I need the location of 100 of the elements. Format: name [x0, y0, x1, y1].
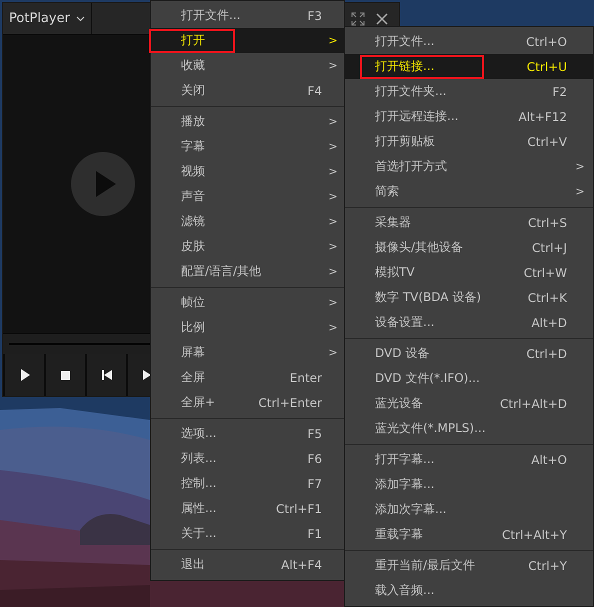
shortcut-text: Ctrl+F1	[276, 502, 322, 516]
shortcut-text: Ctrl+J	[532, 240, 567, 254]
previous-icon	[102, 370, 112, 380]
menu-item[interactable]: 打开剪贴板 Ctrl+V	[345, 129, 593, 154]
menu-item[interactable]: 重载字幕 Ctrl+Alt+Y	[345, 522, 593, 547]
submenu-arrow: >	[574, 185, 586, 198]
menu-item[interactable]: 视频 >	[151, 159, 344, 184]
submenu-arrow: >	[327, 115, 339, 128]
shortcut-text: Ctrl+V	[527, 134, 567, 148]
menu-label: 声音	[181, 188, 206, 205]
menu-label: 打开链接...	[375, 58, 436, 75]
menu-item[interactable]: 摄像头/其他设备 Ctrl+J	[345, 235, 593, 260]
fullscreen-icon[interactable]	[351, 12, 365, 26]
shortcut-text: Ctrl+K	[528, 290, 567, 304]
menu-item[interactable]: 滤镜 >	[151, 209, 344, 234]
menu-item[interactable]: 蓝光文件(*.MPLS)...	[345, 416, 593, 441]
shortcut-text: Ctrl+S	[528, 216, 567, 230]
menu-item[interactable]: 打开链接... Ctrl+U	[345, 54, 593, 79]
menu-item[interactable]: 打开 >	[151, 28, 344, 53]
menu-label: 重载字幕	[375, 526, 424, 543]
menu-item[interactable]: DVD 文件(*.IFO)...	[345, 366, 593, 391]
menu-label: 打开	[181, 32, 206, 49]
submenu-arrow: >	[327, 215, 339, 228]
menu-label: 播放	[181, 113, 206, 130]
close-icon[interactable]	[375, 12, 389, 26]
menu-item[interactable]: 载入音频...	[345, 578, 593, 603]
menu-item[interactable]: 皮肤 >	[151, 234, 344, 259]
menu-item[interactable]: 打开远程连接... Alt+F12	[345, 104, 593, 129]
menu-label: DVD 文件(*.IFO)...	[375, 370, 481, 387]
submenu-arrow: >	[327, 34, 339, 47]
menu-item[interactable]: 打开文件... F3	[151, 3, 344, 28]
menu-item[interactable]: 声音 >	[151, 184, 344, 209]
menu-item[interactable]: 帧位 >	[151, 290, 344, 315]
menu-item[interactable]: 关闭 F4	[151, 78, 344, 103]
menu-item[interactable]: 采集器 Ctrl+S	[345, 210, 593, 235]
menu-label: 设备设置...	[375, 314, 436, 331]
menu-item[interactable]: 简索 >	[345, 179, 593, 204]
menu-label: 添加字幕...	[375, 476, 436, 493]
submenu-arrow: >	[327, 140, 339, 153]
menu-label: 重开当前/最后文件	[375, 557, 476, 574]
menu-label: 模拟TV	[375, 264, 416, 281]
menu-item[interactable]: 全屏+ Ctrl+Enter	[151, 390, 344, 415]
menu-item[interactable]: 屏幕 >	[151, 340, 344, 365]
menu-label: 关闭	[181, 82, 206, 99]
menu-label: 比例	[181, 319, 206, 336]
menu-item[interactable]: 属性... Ctrl+F1	[151, 496, 344, 521]
menu-item[interactable]: 首选打开方式 >	[345, 154, 593, 179]
menu-item[interactable]: 设备设置... Alt+D	[345, 310, 593, 335]
shortcut-text: Alt+F12	[518, 110, 567, 124]
menu-item[interactable]: 收藏 >	[151, 53, 344, 78]
submenu-arrow: >	[327, 165, 339, 178]
menu-item[interactable]: 选项... F5	[151, 421, 344, 446]
menu-item[interactable]: 关于... F1	[151, 521, 344, 546]
shortcut-text: Ctrl+D	[526, 346, 567, 360]
stop-button[interactable]	[46, 354, 85, 396]
shortcut-text: Ctrl+O	[526, 34, 567, 48]
shortcut-text: Alt+F4	[281, 558, 322, 572]
shortcut-text: Ctrl+Alt+D	[500, 396, 567, 410]
shortcut-text: F1	[307, 526, 322, 540]
menu-item[interactable]: 控制... F7	[151, 471, 344, 496]
menu-item[interactable]: 添加次字幕...	[345, 497, 593, 522]
menu-item[interactable]: 添加字幕...	[345, 472, 593, 497]
submenu-arrow: >	[327, 190, 339, 203]
menu-item[interactable]: 模拟TV Ctrl+W	[345, 260, 593, 285]
menu-label: 关于...	[181, 525, 218, 542]
shortcut-text: Ctrl+Enter	[258, 396, 322, 410]
previous-button[interactable]	[87, 354, 126, 396]
app-title: PotPlayer	[9, 11, 70, 26]
menu-label: 收藏	[181, 57, 206, 74]
shortcut-text: Ctrl+U	[526, 60, 567, 74]
submenu-arrow: >	[327, 296, 339, 309]
shortcut-text: F4	[307, 84, 322, 98]
menu-label: DVD 设备	[375, 345, 430, 362]
menu-label: 全屏+	[181, 394, 216, 411]
menu-item[interactable]: 字幕 >	[151, 134, 344, 159]
menu-item[interactable]: 列表... F6	[151, 446, 344, 471]
menu-item[interactable]: 打开文件... Ctrl+O	[345, 29, 593, 54]
menu-item[interactable]: 重开当前/最后文件 Ctrl+Y	[345, 553, 593, 578]
menu-item[interactable]: DVD 设备 Ctrl+D	[345, 341, 593, 366]
menu-label: 控制...	[181, 475, 218, 492]
menu-label: 属性...	[181, 500, 218, 517]
shortcut-text: Enter	[290, 370, 322, 384]
shortcut-text: F3	[307, 8, 322, 22]
menu-item[interactable]: 配置/语言/其他 >	[151, 259, 344, 284]
shortcut-text: Alt+O	[531, 452, 567, 466]
shortcut-text: F6	[307, 452, 322, 466]
menu-item[interactable]: 比例 >	[151, 315, 344, 340]
shortcut-text: F5	[307, 426, 322, 440]
play-button[interactable]	[5, 354, 44, 396]
menu-label: 配置/语言/其他	[181, 263, 262, 280]
menu-item[interactable]: 数字 TV(BDA 设备) Ctrl+K	[345, 285, 593, 310]
app-menu-button[interactable]: PotPlayer	[3, 3, 92, 34]
menu-item[interactable]: 打开字幕... Alt+O	[345, 447, 593, 472]
menu-item[interactable]: 播放 >	[151, 109, 344, 134]
menu-item[interactable]: 退出 Alt+F4	[151, 552, 344, 577]
menu-label: 滤镜	[181, 213, 206, 230]
menu-item[interactable]: 打开文件夹... F2	[345, 79, 593, 104]
menu-item[interactable]: 蓝光设备 Ctrl+Alt+D	[345, 391, 593, 416]
menu-label: 皮肤	[181, 238, 206, 255]
menu-label: 蓝光设备	[375, 395, 424, 412]
